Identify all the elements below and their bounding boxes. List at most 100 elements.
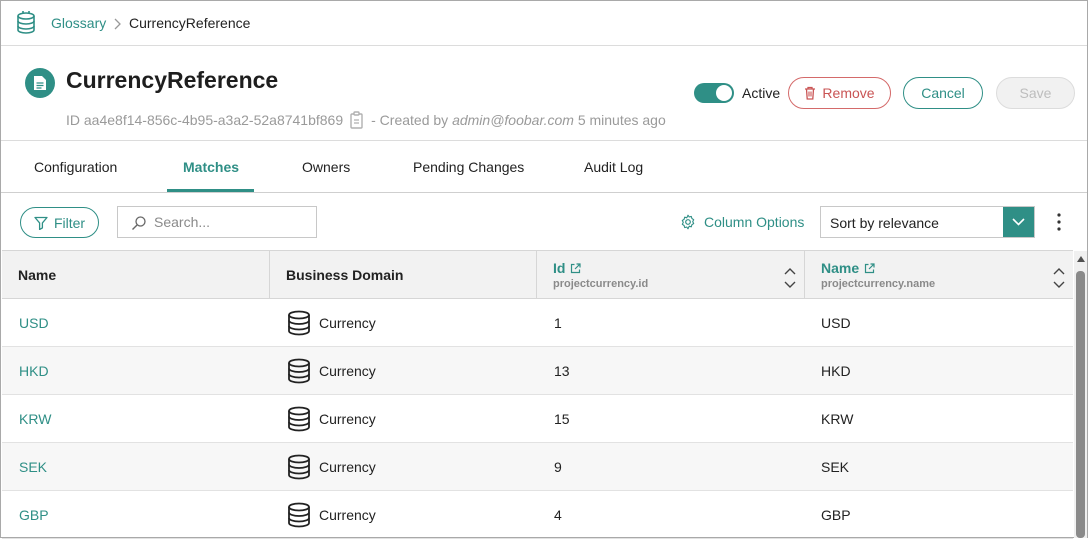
database-icon [288,454,310,480]
column-header-label: Id [553,260,566,276]
column-options-button[interactable]: Column Options [680,214,804,230]
clipboard-icon[interactable] [349,111,365,129]
document-icon [25,68,55,98]
row-business-domain: Currency [287,502,376,528]
breadcrumb-current: CurrencyReference [129,15,251,31]
row-id: 4 [554,507,562,523]
table-row[interactable]: KRW Currency 15 KRW [2,395,1073,443]
row-business-domain: Currency [287,358,376,384]
row-value-name: GBP [821,507,851,523]
chevron-down-icon [1012,218,1025,226]
save-button[interactable]: Save [996,77,1075,109]
page-header: CurrencyReference ID aa4e8f14-856c-4b95-… [1,47,1087,141]
filter-icon [34,216,48,230]
row-business-domain: Currency [287,310,376,336]
row-id: 1 [554,315,562,331]
id-value: aa4e8f14-856c-4b95-a3a2-52a8741bf869 [83,112,344,128]
tab-audit-log[interactable]: Audit Log [584,159,643,175]
search-input[interactable] [152,207,312,237]
row-domain-label: Currency [319,459,376,475]
row-name-link[interactable]: KRW [19,411,51,427]
column-header-label: Name [18,267,57,283]
column-header-path: projectcurrency.id [553,278,649,290]
column-header-path: projectcurrency.name [821,278,936,290]
column-header-link[interactable]: Id [553,260,582,276]
row-name-link[interactable]: SEK [19,459,47,475]
save-label: Save [1019,85,1052,101]
row-value-name: SEK [821,459,850,475]
row-domain-label: Currency [319,363,376,379]
row-business-domain: Currency [287,406,376,432]
sort-icon[interactable] [783,267,797,289]
cancel-label: Cancel [921,85,965,101]
created-time: 5 minutes ago [577,112,666,128]
table-body: USD Currency 1 USD HKD Currency 13 HKD K… [2,299,1073,539]
toggle-knob [716,85,732,101]
created-prefix: - Created by [371,112,449,128]
sort-value: Sort by relevance [830,215,939,231]
row-domain-label: Currency [319,315,376,331]
tab-configuration[interactable]: Configuration [34,159,117,175]
sort-select[interactable]: Sort by relevance [820,206,1035,238]
gear-icon [681,214,695,230]
row-domain-label: Currency [319,411,376,427]
kebab-menu-icon[interactable] [1053,212,1065,232]
table-row[interactable]: USD Currency 1 USD [2,299,1073,347]
row-id: 13 [554,363,570,379]
filter-button[interactable]: Filter [20,207,99,238]
column-header-name[interactable]: Name [2,251,270,298]
database-icon [288,502,310,528]
remove-button[interactable]: Remove [788,77,891,109]
table-row[interactable]: SEK Currency 9 SEK [2,443,1073,491]
entity-meta: ID aa4e8f14-856c-4b95-a3a2-52a8741bf869 … [66,111,666,129]
column-header-link[interactable]: Name [821,260,875,276]
row-domain-label: Currency [319,507,376,523]
cancel-button[interactable]: Cancel [903,77,983,109]
scroll-thumb[interactable] [1076,271,1085,538]
database-icon [288,406,310,432]
row-business-domain: Currency [287,454,376,480]
row-value-name: KRW [821,411,854,427]
row-id: 15 [554,411,570,427]
sort-dropdown-button[interactable] [1003,207,1034,237]
external-link-icon [865,262,875,273]
database-icon [288,358,310,384]
tab-matches[interactable]: Matches [183,159,239,175]
breadcrumb-glossary-link[interactable]: Glossary [51,15,106,31]
chevron-right-icon [114,18,121,30]
row-id: 9 [554,459,562,475]
database-icon [288,310,310,336]
active-label: Active [742,85,781,101]
table-row[interactable]: GBP Currency 4 GBP [2,491,1073,539]
search-icon [132,216,146,230]
column-header-label: Name [821,260,860,276]
column-header-business-domain[interactable]: Business Domain [270,251,537,298]
page-title: CurrencyReference [66,67,279,93]
remove-label: Remove [822,85,875,101]
column-options-label: Column Options [704,214,805,230]
row-value-name: USD [821,315,851,331]
table-header: Name Business Domain Id projectcurrency.… [2,250,1073,299]
tab-pending-changes[interactable]: Pending Changes [413,159,524,175]
tab-bar: Configuration Matches Owners Pending Cha… [1,142,1087,193]
breadcrumb: Glossary CurrencyReference [1,1,1087,46]
table-row[interactable]: HKD Currency 13 HKD [2,347,1073,395]
database-icon[interactable] [15,10,37,36]
column-header-id[interactable]: Id projectcurrency.id [537,251,805,298]
filter-label: Filter [53,214,86,231]
active-toggle[interactable] [694,83,734,103]
column-header-value-name[interactable]: Name projectcurrency.name [805,251,1073,298]
tab-owners[interactable]: Owners [302,159,350,175]
trash-icon [805,86,816,100]
row-name-link[interactable]: HKD [19,363,49,379]
scroll-up-arrow[interactable] [1077,256,1085,262]
active-tab-indicator [167,189,254,192]
row-name-link[interactable]: GBP [19,507,49,523]
vertical-scrollbar[interactable] [1074,251,1087,538]
search-box [117,206,317,238]
row-name-link[interactable]: USD [19,315,49,331]
sort-icon[interactable] [1052,267,1066,289]
id-label: ID [66,112,80,128]
matches-table: Name Business Domain Id projectcurrency.… [2,250,1073,539]
row-value-name: HKD [821,363,851,379]
